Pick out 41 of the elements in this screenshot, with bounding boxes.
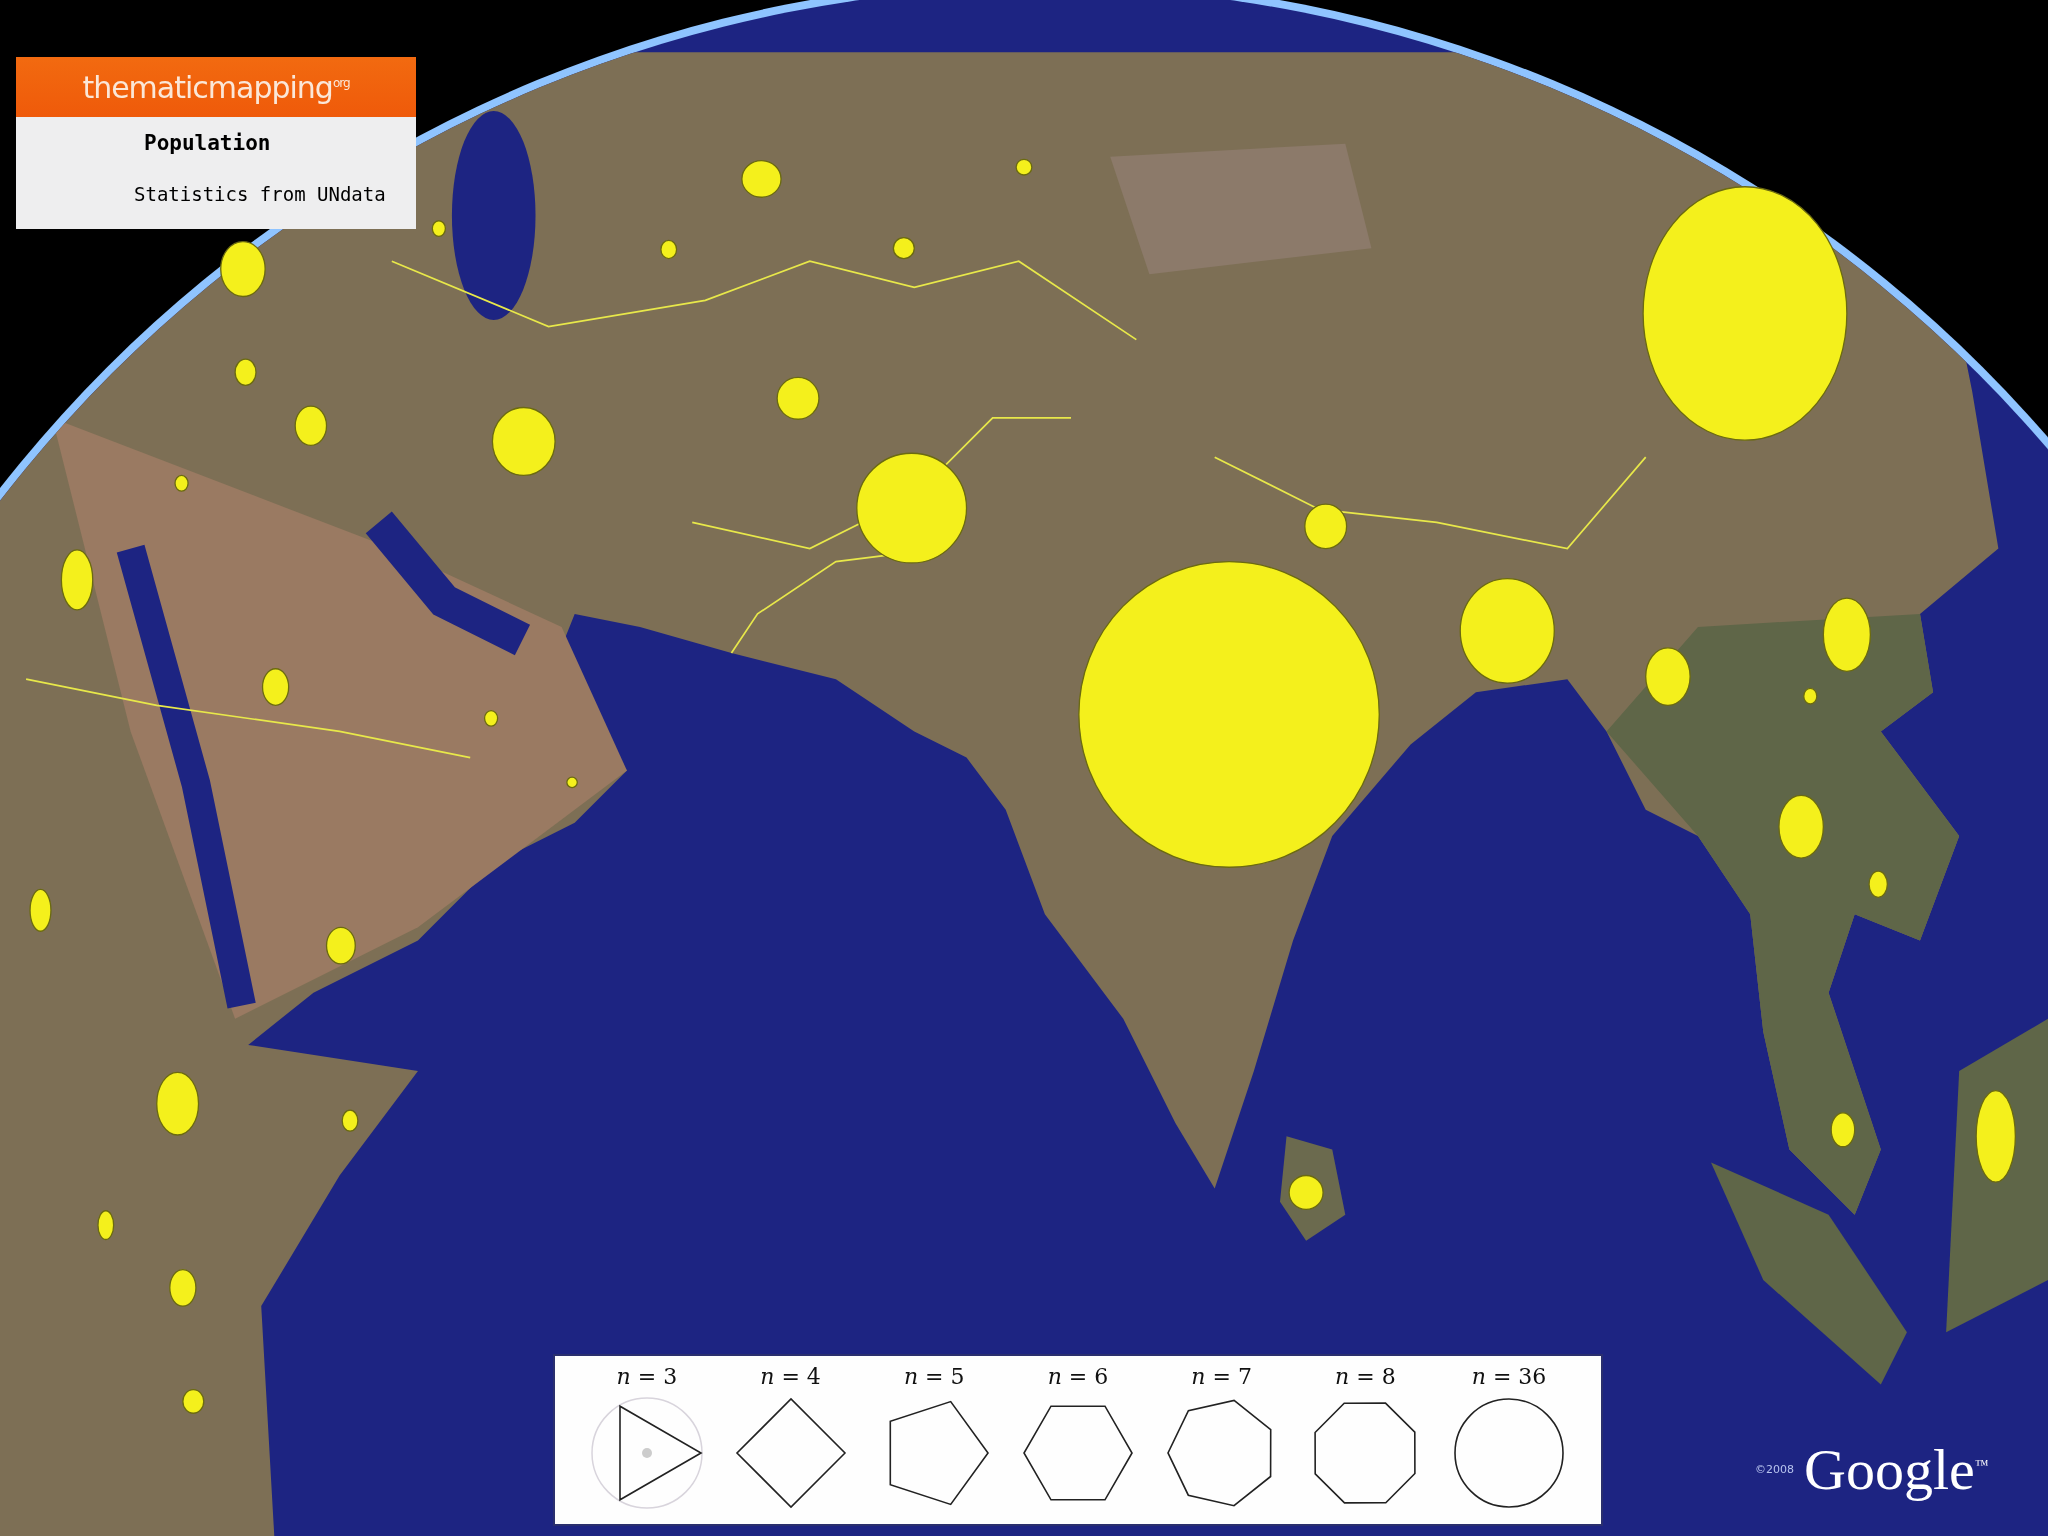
population-circle [892,237,915,260]
legend-label: n = 4 [760,1364,821,1389]
population-circle [234,358,257,386]
population-circle [431,220,447,238]
population-circle [1015,158,1033,176]
copyright-text: ©2008 [1755,1463,1794,1476]
population-circle [325,926,356,965]
population-circle [182,1389,205,1414]
population-circle [1288,1174,1324,1211]
population-circle [1868,870,1888,898]
population-circle [1645,647,1691,706]
legend-label: n = 7 [1191,1364,1252,1389]
population-circle [660,239,678,260]
population-circle [174,474,189,492]
population-circle [741,160,782,198]
population-circle [1830,1112,1856,1148]
population-circle [491,406,556,477]
population-circle [1778,794,1824,859]
population-circle [1803,687,1818,705]
population-circle [483,709,499,727]
population-circle [220,240,266,298]
legend-label: n = 5 [903,1364,965,1389]
population-circle [566,776,578,789]
population-circle [169,1268,197,1307]
population-circle [97,1210,115,1241]
google-logo: Google$^{™}$ [1804,1436,1989,1503]
population-circle [1304,503,1348,550]
population-circle [776,376,820,420]
map-title: Population [144,131,272,155]
population-circle [341,1109,359,1132]
population-circle [261,668,290,706]
population-circle [294,405,328,447]
legend-label: n = 36 [1471,1364,1547,1389]
legend-label: n = 8 [1335,1364,1396,1389]
map-subtitle: Statistics from UNdata [134,183,387,205]
population-circle [156,1071,200,1136]
legend-label: n = 3 [616,1364,678,1389]
brand-logo: thematicmapping$^{org}$ [82,69,350,105]
legend-label: n = 6 [1047,1364,1109,1389]
population-circle [29,888,52,932]
population-circle [60,549,94,611]
